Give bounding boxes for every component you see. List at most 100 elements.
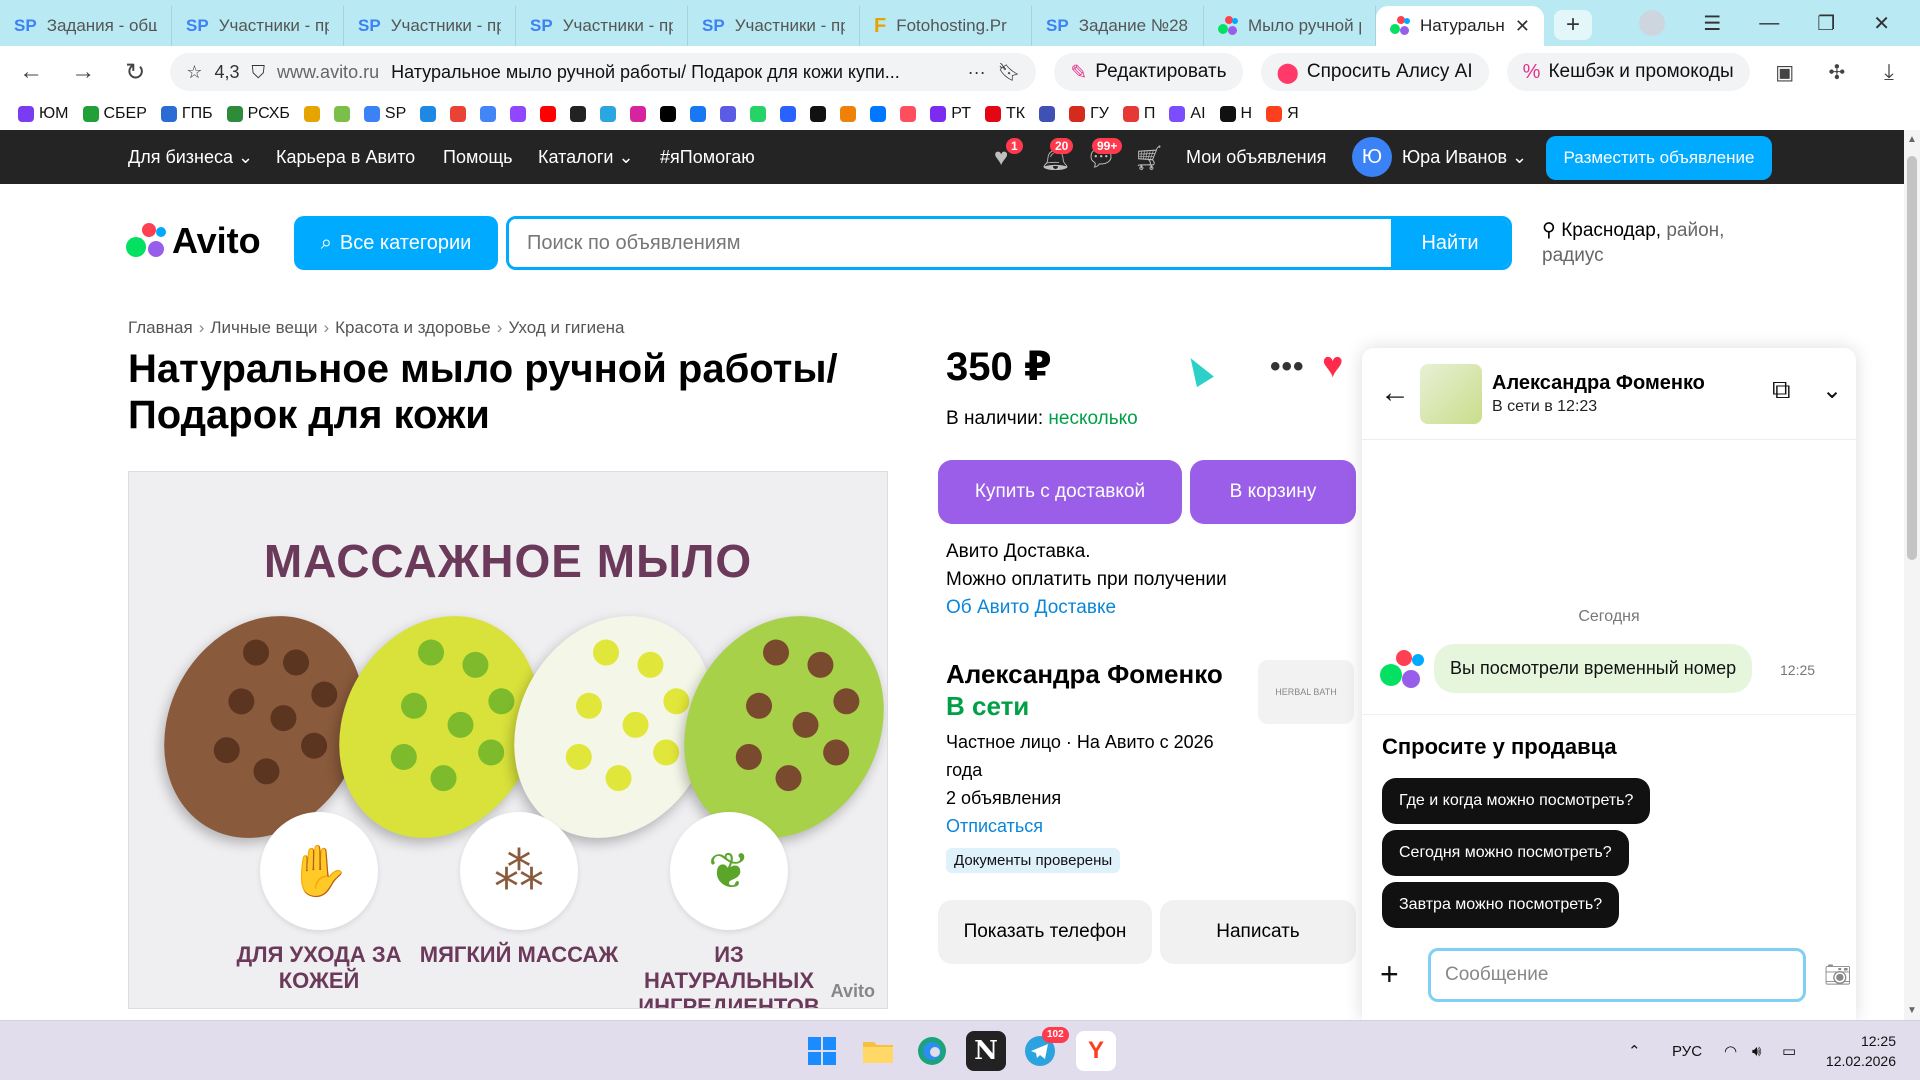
close-tab-icon[interactable]: ✕ bbox=[1515, 16, 1530, 37]
product-photo[interactable]: МАССАЖНОЕ МЫЛО ✋ ДЛЯ УХОДА ЗА КОЖЕЙ ⁂ МЯ… bbox=[128, 471, 888, 1009]
quick-question-today[interactable]: Сегодня можно посмотреть? bbox=[1382, 830, 1629, 876]
yandex-browser-icon[interactable]: Y bbox=[1076, 1031, 1116, 1071]
bookmark-item[interactable] bbox=[870, 106, 887, 122]
windows-start-icon[interactable] bbox=[802, 1031, 842, 1071]
my-ads-link[interactable]: Мои объявления bbox=[1186, 130, 1326, 184]
bookmark-item[interactable]: РТ bbox=[930, 105, 971, 123]
bookmark-item[interactable]: П bbox=[1122, 105, 1155, 123]
bookmark-item[interactable]: ЮМ bbox=[18, 105, 69, 123]
write-button[interactable]: Написать bbox=[1160, 900, 1356, 964]
browser-tab[interactable]: SP Участники - пр bbox=[688, 6, 860, 46]
breadcrumb-link[interactable]: Уход и гигиена bbox=[508, 318, 624, 338]
page-scrollbar[interactable]: ▲ ▼ bbox=[1904, 130, 1920, 1020]
browser-tab[interactable]: SP Участники - пр bbox=[516, 6, 688, 46]
bookmark-item[interactable] bbox=[510, 106, 527, 122]
reload-icon[interactable]: ↻ bbox=[118, 58, 152, 87]
bookmark-item[interactable]: ТК bbox=[984, 105, 1025, 123]
file-explorer-icon[interactable] bbox=[858, 1031, 898, 1071]
search-button[interactable]: Найти bbox=[1391, 219, 1509, 267]
quick-question-tomorrow[interactable]: Завтра можно посмотреть? bbox=[1382, 882, 1620, 928]
browser-tab[interactable]: Мыло ручной р bbox=[1204, 6, 1376, 46]
shield-icon[interactable]: ⛉ bbox=[252, 62, 266, 83]
ask-alice-button[interactable]: ⬤ Спросить Алису AI bbox=[1260, 53, 1489, 91]
ya-pomogayu-link[interactable]: #яПомогаю bbox=[660, 130, 755, 184]
bookmark-item[interactable]: SP bbox=[363, 105, 406, 123]
star-icon[interactable]: ☆ bbox=[186, 62, 202, 83]
browser-tab[interactable]: SP Задание №289 bbox=[1032, 6, 1204, 46]
minimize-icon[interactable]: — bbox=[1759, 12, 1779, 35]
bookmark-item[interactable]: ГУ bbox=[1069, 105, 1109, 123]
edge-browser-icon[interactable] bbox=[912, 1031, 952, 1071]
menu-icon[interactable]: ☰ bbox=[1703, 11, 1721, 36]
more-icon[interactable]: ··· bbox=[968, 62, 986, 83]
extensions-icon[interactable]: ✣ bbox=[1820, 60, 1854, 85]
notion-app-icon[interactable]: N bbox=[966, 1031, 1006, 1071]
buy-with-delivery-button[interactable]: Купить с доставкой bbox=[938, 460, 1182, 524]
bookmark-item[interactable]: Я bbox=[1266, 105, 1299, 123]
browser-tab[interactable]: SP Участники - пр bbox=[344, 6, 516, 46]
scroll-down-icon[interactable]: ▼ bbox=[1907, 1005, 1917, 1016]
forward-icon[interactable]: → bbox=[66, 58, 100, 86]
search-input[interactable] bbox=[509, 219, 1391, 267]
user-menu[interactable]: Ю Юра Иванов ⌄ bbox=[1352, 130, 1527, 184]
seller-name[interactable]: Александра Фоменко В сети bbox=[946, 658, 1246, 722]
url-bar[interactable]: ☆ 4,3 ⛉ www.avito.ru Натуральное мыло ру… bbox=[170, 53, 1037, 91]
profile-icon[interactable] bbox=[1639, 10, 1666, 36]
scroll-up-icon[interactable]: ▲ bbox=[1907, 134, 1917, 145]
bookmark-item[interactable] bbox=[750, 106, 767, 122]
tray-chevron-icon[interactable]: ⌃ bbox=[1628, 1021, 1641, 1080]
bookmark-icon[interactable]: 🔖︎ bbox=[998, 62, 1021, 83]
browser-tab[interactable]: SP Задания - общ bbox=[0, 6, 172, 46]
bookmark-item[interactable] bbox=[480, 106, 497, 122]
cart-icon[interactable]: 🛒︎ bbox=[1134, 144, 1164, 172]
bookmark-item[interactable] bbox=[1039, 106, 1056, 122]
open-external-icon[interactable]: ⧉ bbox=[1772, 374, 1791, 406]
download-icon[interactable]: ⤓ bbox=[1872, 59, 1906, 85]
help-link[interactable]: Помощь bbox=[443, 130, 513, 184]
seller-logo[interactable]: HERBAL BATH bbox=[1258, 660, 1354, 724]
battery-icon[interactable]: ▭ bbox=[1782, 1021, 1796, 1080]
breadcrumb-link[interactable]: Главная bbox=[128, 318, 193, 338]
career-link[interactable]: Карьера в Авито bbox=[276, 130, 415, 184]
bookmark-item[interactable] bbox=[333, 106, 350, 122]
bookmark-item[interactable] bbox=[840, 106, 857, 122]
chat-listing-thumbnail[interactable] bbox=[1420, 364, 1482, 424]
bookmark-item[interactable]: Н bbox=[1219, 105, 1252, 123]
bookmark-item[interactable] bbox=[720, 106, 737, 122]
browser-tab[interactable]: F Fotohosting.Pr bbox=[860, 6, 1032, 46]
maximize-icon[interactable]: ❐ bbox=[1817, 11, 1835, 36]
bookmark-item[interactable]: ГПБ bbox=[160, 105, 213, 123]
cashback-button[interactable]: % Кешбэк и промокоды bbox=[1506, 53, 1750, 91]
breadcrumb-link[interactable]: Красота и здоровье bbox=[335, 318, 491, 338]
bookmark-item[interactable]: РСХБ bbox=[226, 105, 290, 123]
unsubscribe-link[interactable]: Отписаться bbox=[946, 812, 1246, 840]
bookmark-item[interactable] bbox=[420, 106, 437, 122]
catalogs-menu[interactable]: Каталоги ⌄ bbox=[538, 130, 634, 184]
image-icon[interactable]: ▣ bbox=[1768, 60, 1802, 85]
volume-icon[interactable]: 🔊︎ bbox=[1752, 1021, 1761, 1080]
scrollbar-thumb[interactable] bbox=[1907, 156, 1917, 560]
browser-tab[interactable]: Натурально ✕ bbox=[1376, 6, 1544, 46]
system-clock[interactable]: 12:25 12.02.2026 bbox=[1824, 1031, 1896, 1071]
bookmark-item[interactable] bbox=[630, 106, 647, 122]
bookmark-item[interactable] bbox=[660, 106, 677, 122]
bookmark-item[interactable]: AI bbox=[1169, 105, 1206, 123]
bookmark-item[interactable] bbox=[303, 106, 320, 122]
about-delivery-link[interactable]: Об Авито Доставке bbox=[946, 594, 1227, 622]
avito-logo[interactable]: Avito bbox=[126, 220, 261, 262]
more-options-icon[interactable]: ••• bbox=[1270, 350, 1305, 384]
bookmark-item[interactable] bbox=[900, 106, 917, 122]
chevron-down-icon[interactable]: ⌄ bbox=[1822, 376, 1842, 405]
bookmark-item[interactable] bbox=[450, 106, 467, 122]
bookmark-item[interactable] bbox=[540, 106, 557, 122]
attach-plus-icon[interactable]: + bbox=[1380, 956, 1399, 993]
for-business-menu[interactable]: Для бизнеса ⌄ bbox=[128, 130, 253, 184]
all-categories-button[interactable]: ⌕ Все категории bbox=[294, 216, 498, 270]
bookmark-item[interactable]: СБЕР bbox=[82, 105, 147, 123]
message-input[interactable] bbox=[1428, 948, 1806, 1002]
bookmark-item[interactable] bbox=[600, 106, 617, 122]
breadcrumb-link[interactable]: Личные вещи bbox=[210, 318, 317, 338]
add-to-cart-button[interactable]: В корзину bbox=[1190, 460, 1356, 524]
edit-button[interactable]: ✎ Редактировать bbox=[1054, 53, 1243, 91]
bookmark-item[interactable] bbox=[810, 106, 827, 122]
